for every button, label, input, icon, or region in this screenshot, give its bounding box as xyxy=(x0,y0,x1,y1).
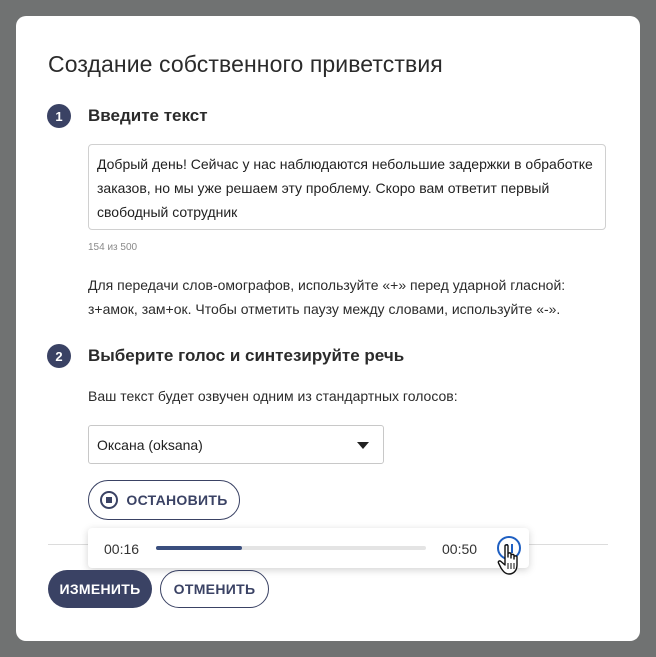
char-counter: 154 из 500 xyxy=(88,242,138,253)
step-1-title: Введите текст xyxy=(88,106,208,125)
stop-circle-icon xyxy=(100,491,119,509)
player-progress-track[interactable] xyxy=(156,546,426,550)
player-total-time: 00:50 xyxy=(442,541,478,557)
player-progress-fill xyxy=(156,546,243,550)
player-current-time: 00:16 xyxy=(104,541,140,557)
dialog-title: Создание собственного приветствия xyxy=(48,51,443,77)
homograph-hint: Для передачи слов-омографов, используйте… xyxy=(88,277,566,317)
cancel-button[interactable]: ОТМЕНИТЬ xyxy=(160,570,269,608)
stop-button[interactable]: ОСТАНОВИТЬ xyxy=(88,480,240,520)
voice-select[interactable]: Оксана (oksana) xyxy=(88,425,384,464)
hand-pointer-icon xyxy=(497,544,518,575)
step-1-badge: 1 xyxy=(47,104,71,128)
caret-down-icon xyxy=(357,442,369,449)
step-2-title: Выберите голос и синтезируйте речь xyxy=(88,346,405,365)
change-button[interactable]: ИЗМЕНИТЬ xyxy=(48,570,152,608)
audio-player: 00:16 00:50 xyxy=(88,528,529,568)
greeting-dialog: Создание собственного приветствия 1 Введ… xyxy=(16,16,640,641)
greeting-text-input[interactable]: Добрый день! Сейчас у нас наблюдаются не… xyxy=(88,144,606,230)
stop-button-label: ОСТАНОВИТЬ xyxy=(126,492,228,508)
voice-description: Ваш текст будет озвучен одним из стандар… xyxy=(88,388,458,404)
step-2-badge: 2 xyxy=(47,344,71,368)
voice-select-value: Оксана (oksana) xyxy=(97,436,203,453)
